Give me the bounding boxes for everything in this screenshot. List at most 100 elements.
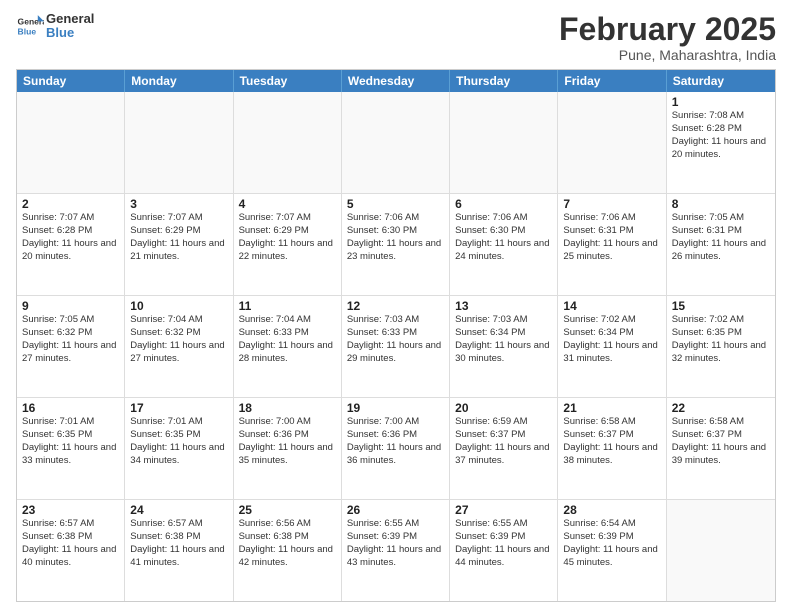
calendar-cell: 15Sunrise: 7:02 AM Sunset: 6:35 PM Dayli…: [667, 296, 775, 397]
day-info: Sunrise: 6:58 AM Sunset: 6:37 PM Dayligh…: [563, 416, 660, 467]
day-number: 7: [563, 197, 660, 211]
page-header: General Blue General Blue February 2025 …: [16, 12, 776, 63]
calendar-week-1: 2Sunrise: 7:07 AM Sunset: 6:28 PM Daylig…: [17, 194, 775, 296]
day-info: Sunrise: 7:02 AM Sunset: 6:34 PM Dayligh…: [563, 314, 660, 365]
svg-text:Blue: Blue: [18, 27, 37, 37]
calendar-cell: 26Sunrise: 6:55 AM Sunset: 6:39 PM Dayli…: [342, 500, 450, 601]
day-number: 17: [130, 401, 227, 415]
calendar-cell: 22Sunrise: 6:58 AM Sunset: 6:37 PM Dayli…: [667, 398, 775, 499]
day-info: Sunrise: 7:05 AM Sunset: 6:32 PM Dayligh…: [22, 314, 119, 365]
day-info: Sunrise: 7:06 AM Sunset: 6:30 PM Dayligh…: [347, 212, 444, 263]
day-number: 6: [455, 197, 552, 211]
day-info: Sunrise: 7:03 AM Sunset: 6:33 PM Dayligh…: [347, 314, 444, 365]
calendar-cell: 4Sunrise: 7:07 AM Sunset: 6:29 PM Daylig…: [234, 194, 342, 295]
day-info: Sunrise: 7:07 AM Sunset: 6:29 PM Dayligh…: [130, 212, 227, 263]
calendar-title: February 2025: [559, 12, 776, 47]
day-number: 19: [347, 401, 444, 415]
calendar-cell: 21Sunrise: 6:58 AM Sunset: 6:37 PM Dayli…: [558, 398, 666, 499]
day-number: 26: [347, 503, 444, 517]
day-info: Sunrise: 6:56 AM Sunset: 6:38 PM Dayligh…: [239, 518, 336, 569]
day-number: 27: [455, 503, 552, 517]
day-info: Sunrise: 7:02 AM Sunset: 6:35 PM Dayligh…: [672, 314, 770, 365]
calendar-body: 1Sunrise: 7:08 AM Sunset: 6:28 PM Daylig…: [17, 92, 775, 601]
day-info: Sunrise: 7:04 AM Sunset: 6:32 PM Dayligh…: [130, 314, 227, 365]
calendar-cell: [342, 92, 450, 193]
day-info: Sunrise: 6:57 AM Sunset: 6:38 PM Dayligh…: [22, 518, 119, 569]
calendar-cell: 9Sunrise: 7:05 AM Sunset: 6:32 PM Daylig…: [17, 296, 125, 397]
calendar-cell: 19Sunrise: 7:00 AM Sunset: 6:36 PM Dayli…: [342, 398, 450, 499]
day-info: Sunrise: 6:58 AM Sunset: 6:37 PM Dayligh…: [672, 416, 770, 467]
calendar-header-friday: Friday: [558, 70, 666, 92]
day-info: Sunrise: 7:07 AM Sunset: 6:29 PM Dayligh…: [239, 212, 336, 263]
calendar-header-sunday: Sunday: [17, 70, 125, 92]
calendar-week-3: 16Sunrise: 7:01 AM Sunset: 6:35 PM Dayli…: [17, 398, 775, 500]
day-info: Sunrise: 6:55 AM Sunset: 6:39 PM Dayligh…: [455, 518, 552, 569]
calendar-cell: 12Sunrise: 7:03 AM Sunset: 6:33 PM Dayli…: [342, 296, 450, 397]
calendar-cell: 10Sunrise: 7:04 AM Sunset: 6:32 PM Dayli…: [125, 296, 233, 397]
calendar-cell: [450, 92, 558, 193]
day-info: Sunrise: 7:07 AM Sunset: 6:28 PM Dayligh…: [22, 212, 119, 263]
day-number: 2: [22, 197, 119, 211]
day-number: 13: [455, 299, 552, 313]
calendar-cell: 23Sunrise: 6:57 AM Sunset: 6:38 PM Dayli…: [17, 500, 125, 601]
day-number: 10: [130, 299, 227, 313]
day-number: 3: [130, 197, 227, 211]
calendar-cell: 11Sunrise: 7:04 AM Sunset: 6:33 PM Dayli…: [234, 296, 342, 397]
day-number: 12: [347, 299, 444, 313]
day-number: 14: [563, 299, 660, 313]
calendar-header: SundayMondayTuesdayWednesdayThursdayFrid…: [17, 70, 775, 92]
calendar-cell: 7Sunrise: 7:06 AM Sunset: 6:31 PM Daylig…: [558, 194, 666, 295]
calendar-cell: 16Sunrise: 7:01 AM Sunset: 6:35 PM Dayli…: [17, 398, 125, 499]
day-number: 9: [22, 299, 119, 313]
day-info: Sunrise: 6:55 AM Sunset: 6:39 PM Dayligh…: [347, 518, 444, 569]
day-info: Sunrise: 7:08 AM Sunset: 6:28 PM Dayligh…: [672, 110, 770, 161]
day-number: 20: [455, 401, 552, 415]
day-info: Sunrise: 6:54 AM Sunset: 6:39 PM Dayligh…: [563, 518, 660, 569]
calendar-cell: 3Sunrise: 7:07 AM Sunset: 6:29 PM Daylig…: [125, 194, 233, 295]
calendar-cell: 17Sunrise: 7:01 AM Sunset: 6:35 PM Dayli…: [125, 398, 233, 499]
day-info: Sunrise: 7:03 AM Sunset: 6:34 PM Dayligh…: [455, 314, 552, 365]
calendar-week-2: 9Sunrise: 7:05 AM Sunset: 6:32 PM Daylig…: [17, 296, 775, 398]
calendar-header-tuesday: Tuesday: [234, 70, 342, 92]
calendar-cell: 14Sunrise: 7:02 AM Sunset: 6:34 PM Dayli…: [558, 296, 666, 397]
logo-icon: General Blue: [16, 12, 44, 40]
calendar-cell: [667, 500, 775, 601]
day-info: Sunrise: 7:05 AM Sunset: 6:31 PM Dayligh…: [672, 212, 770, 263]
calendar-cell: 8Sunrise: 7:05 AM Sunset: 6:31 PM Daylig…: [667, 194, 775, 295]
day-number: 16: [22, 401, 119, 415]
day-info: Sunrise: 6:59 AM Sunset: 6:37 PM Dayligh…: [455, 416, 552, 467]
calendar-header-saturday: Saturday: [667, 70, 775, 92]
calendar-cell: 1Sunrise: 7:08 AM Sunset: 6:28 PM Daylig…: [667, 92, 775, 193]
day-number: 22: [672, 401, 770, 415]
calendar-cell: 13Sunrise: 7:03 AM Sunset: 6:34 PM Dayli…: [450, 296, 558, 397]
calendar-cell: 5Sunrise: 7:06 AM Sunset: 6:30 PM Daylig…: [342, 194, 450, 295]
calendar-cell: 6Sunrise: 7:06 AM Sunset: 6:30 PM Daylig…: [450, 194, 558, 295]
calendar-cell: 18Sunrise: 7:00 AM Sunset: 6:36 PM Dayli…: [234, 398, 342, 499]
title-block: February 2025 Pune, Maharashtra, India: [559, 12, 776, 63]
day-number: 5: [347, 197, 444, 211]
calendar-header-wednesday: Wednesday: [342, 70, 450, 92]
calendar-cell: 20Sunrise: 6:59 AM Sunset: 6:37 PM Dayli…: [450, 398, 558, 499]
calendar-header-thursday: Thursday: [450, 70, 558, 92]
day-info: Sunrise: 7:00 AM Sunset: 6:36 PM Dayligh…: [239, 416, 336, 467]
day-number: 8: [672, 197, 770, 211]
day-info: Sunrise: 7:00 AM Sunset: 6:36 PM Dayligh…: [347, 416, 444, 467]
day-info: Sunrise: 7:01 AM Sunset: 6:35 PM Dayligh…: [130, 416, 227, 467]
day-number: 4: [239, 197, 336, 211]
day-number: 15: [672, 299, 770, 313]
logo-text-blue: Blue: [46, 26, 94, 40]
day-info: Sunrise: 7:01 AM Sunset: 6:35 PM Dayligh…: [22, 416, 119, 467]
day-number: 18: [239, 401, 336, 415]
calendar-cell: 2Sunrise: 7:07 AM Sunset: 6:28 PM Daylig…: [17, 194, 125, 295]
day-number: 1: [672, 95, 770, 109]
day-number: 25: [239, 503, 336, 517]
calendar-cell: 25Sunrise: 6:56 AM Sunset: 6:38 PM Dayli…: [234, 500, 342, 601]
calendar-week-0: 1Sunrise: 7:08 AM Sunset: 6:28 PM Daylig…: [17, 92, 775, 194]
calendar-cell: [234, 92, 342, 193]
calendar-cell: 27Sunrise: 6:55 AM Sunset: 6:39 PM Dayli…: [450, 500, 558, 601]
day-number: 11: [239, 299, 336, 313]
logo-text-general: General: [46, 12, 94, 26]
calendar: SundayMondayTuesdayWednesdayThursdayFrid…: [16, 69, 776, 602]
calendar-cell: 28Sunrise: 6:54 AM Sunset: 6:39 PM Dayli…: [558, 500, 666, 601]
day-info: Sunrise: 7:06 AM Sunset: 6:31 PM Dayligh…: [563, 212, 660, 263]
